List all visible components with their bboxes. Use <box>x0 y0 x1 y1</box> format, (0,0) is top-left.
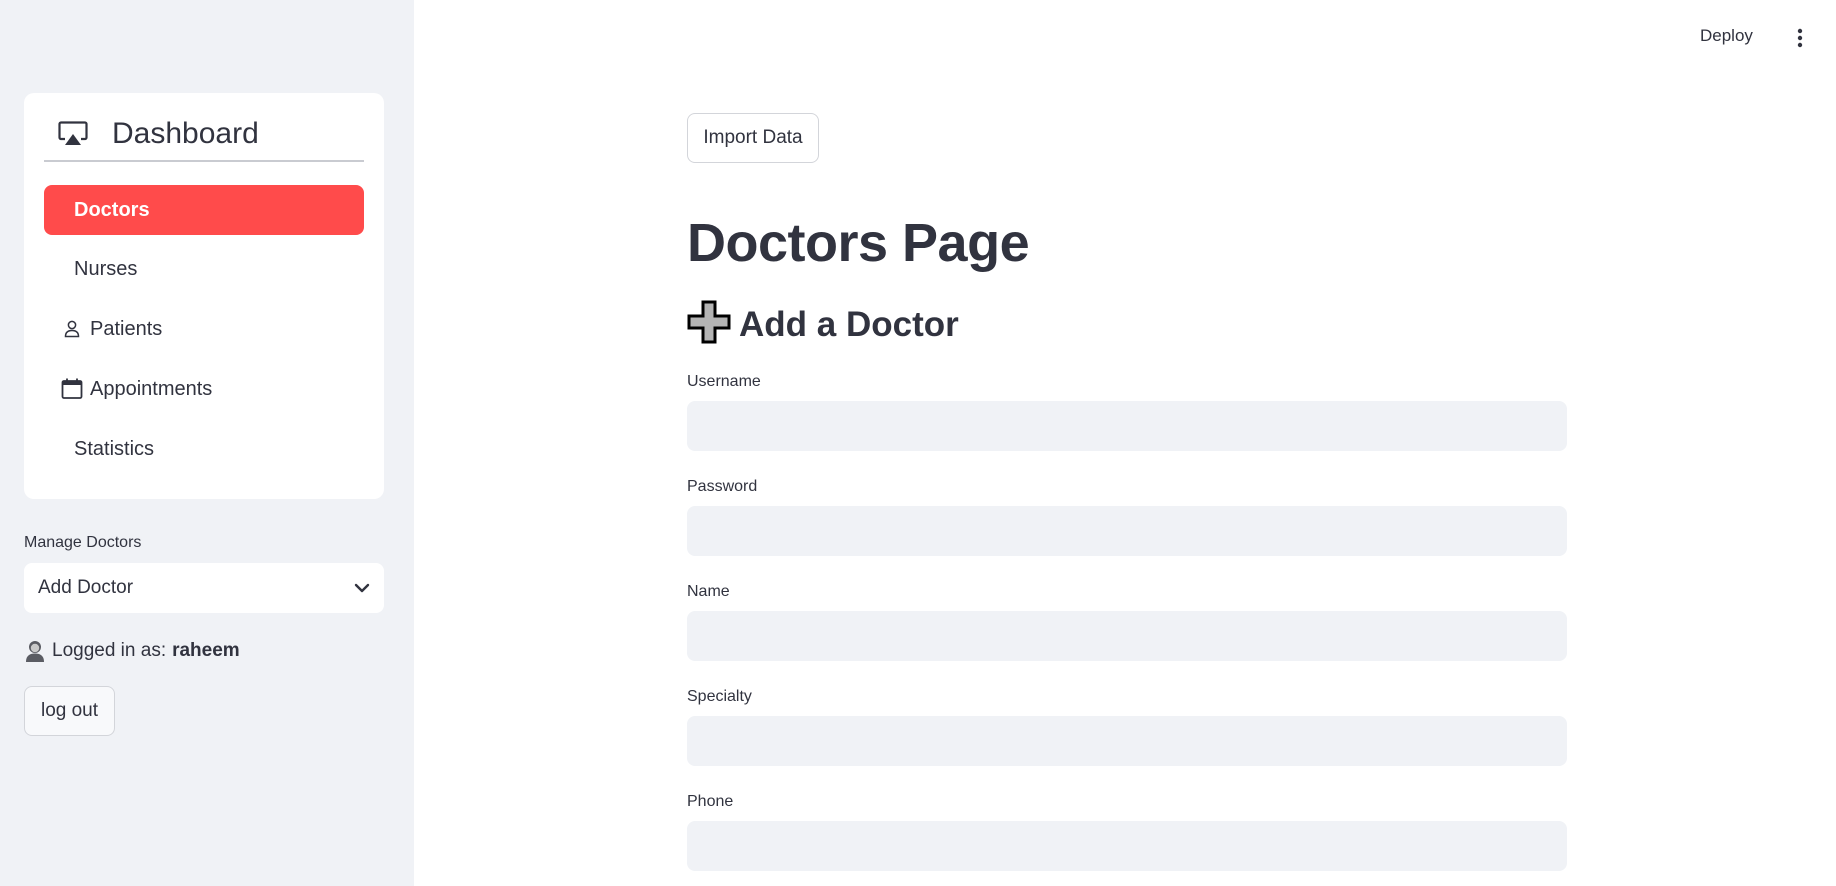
sidebar-item-label: Doctors <box>74 198 150 221</box>
person-icon <box>60 320 84 338</box>
phone-field[interactable] <box>687 821 1567 871</box>
username-label: Username <box>687 373 761 390</box>
sidebar: Dashboard Doctors Nurses Patients Appoin… <box>0 0 414 886</box>
deploy-button[interactable]: Deploy <box>1700 26 1753 46</box>
logged-in-status: Logged in as: raheem <box>24 637 240 665</box>
sidebar-item-label: Statistics <box>74 437 155 460</box>
specialty-label: Specialty <box>687 688 752 705</box>
sidebar-item-label: Nurses <box>74 257 138 280</box>
name-label: Name <box>687 583 730 600</box>
logged-in-prefix: Logged in as: <box>52 640 167 661</box>
manage-doctors-label: Manage Doctors <box>24 534 142 551</box>
section-title: Add a Doctor <box>739 304 959 344</box>
section-heading: Add a Doctor <box>687 300 959 349</box>
username-field[interactable] <box>687 401 1567 451</box>
sidebar-item-label: Appointments <box>90 377 213 400</box>
calendar-icon <box>60 378 84 400</box>
page-title: Doctors Page <box>687 213 1030 273</box>
import-data-button[interactable]: Import Data <box>687 113 819 163</box>
chevron-down-icon <box>354 577 370 599</box>
airplay-icon <box>58 120 94 147</box>
password-label: Password <box>687 478 758 495</box>
plus-icon <box>687 300 731 349</box>
sidebar-item-statistics[interactable]: Statistics <box>44 424 364 474</box>
specialty-field[interactable] <box>687 716 1567 766</box>
manage-doctors-select[interactable]: Add Doctor <box>24 563 384 613</box>
nav-header: Dashboard <box>44 107 364 162</box>
user-avatar-icon <box>24 639 46 663</box>
logged-in-username: raheem <box>172 640 240 661</box>
nav-title: Dashboard <box>112 116 259 150</box>
name-field[interactable] <box>687 611 1567 661</box>
sidebar-item-doctors[interactable]: Doctors <box>44 185 364 235</box>
nav-menu: Dashboard Doctors Nurses Patients Appoin… <box>24 93 384 499</box>
select-value: Add Doctor <box>38 577 134 598</box>
sidebar-item-appointments[interactable]: Appointments <box>44 364 364 414</box>
phone-label: Phone <box>687 793 734 810</box>
sidebar-item-nurses[interactable]: Nurses <box>44 244 364 294</box>
kebab-menu-icon[interactable] <box>1790 26 1810 50</box>
logout-button[interactable]: log out <box>24 686 115 736</box>
sidebar-item-label: Patients <box>90 317 163 340</box>
sidebar-item-patients[interactable]: Patients <box>44 304 364 354</box>
password-field[interactable] <box>687 506 1567 556</box>
